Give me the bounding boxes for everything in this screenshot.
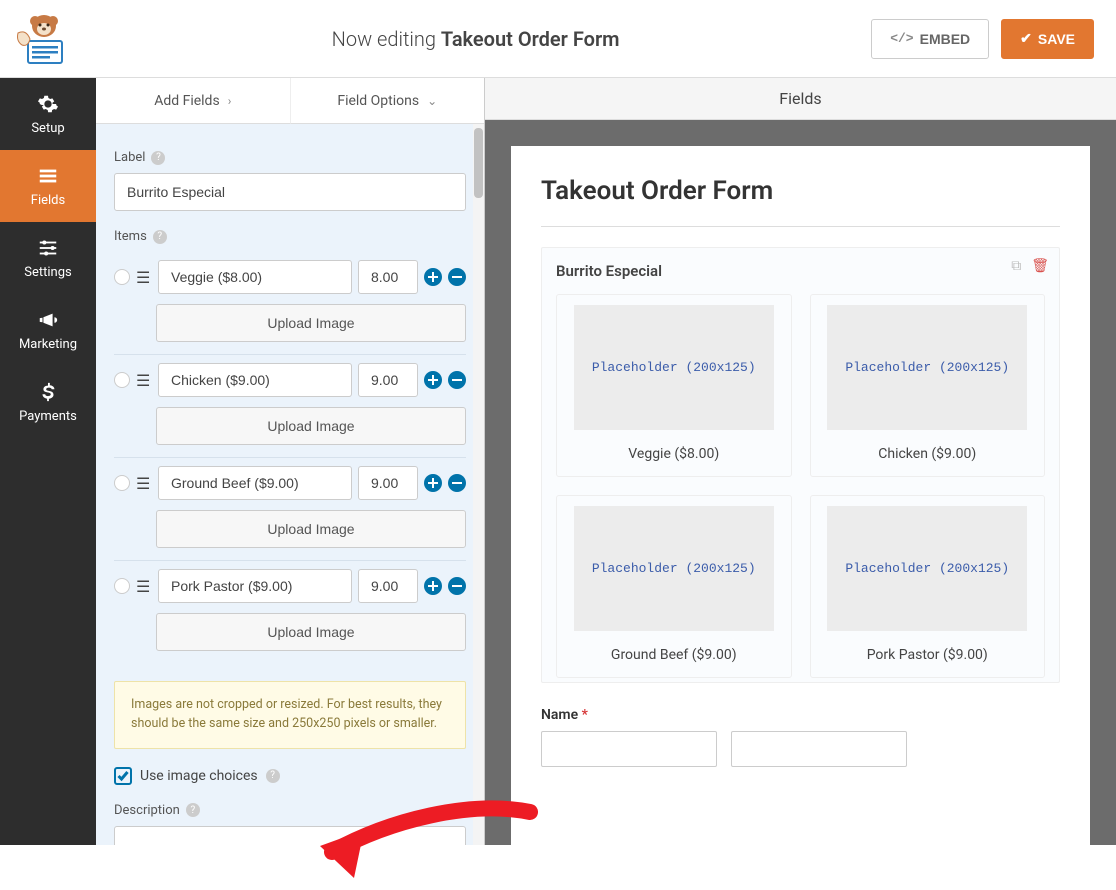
item-name-input[interactable] [158, 260, 352, 294]
upload-image-button[interactable]: Upload Image [156, 613, 466, 651]
item-name-input[interactable] [158, 363, 352, 397]
field-description-input[interactable] [114, 826, 466, 846]
item-default-radio[interactable] [114, 269, 130, 285]
list-icon [37, 165, 59, 187]
item-price-input[interactable] [358, 363, 418, 397]
checkbox-icon [114, 767, 132, 785]
items-section-heading: Items ? [114, 229, 466, 244]
remove-item-button[interactable] [448, 474, 466, 492]
item-default-radio[interactable] [114, 578, 130, 594]
duplicate-field-icon[interactable]: ⧉ [1011, 258, 1021, 274]
field-label-input[interactable] [114, 173, 466, 211]
remove-item-button[interactable] [448, 577, 466, 595]
bullhorn-icon [37, 309, 59, 331]
add-item-button[interactable] [424, 474, 442, 492]
sliders-icon [37, 237, 59, 259]
choice-label: Chicken ($9.00) [819, 446, 1037, 462]
sidebar-item-label: Setup [31, 121, 64, 136]
gear-icon [37, 93, 59, 115]
drag-handle-icon[interactable]: ☰ [136, 268, 152, 287]
sidebar-item-payments[interactable]: Payments [0, 366, 96, 438]
item-name-input[interactable] [158, 569, 352, 603]
description-section-heading: Description ? [114, 803, 466, 818]
use-image-choices-checkbox[interactable]: Use image choices ? [114, 767, 466, 785]
sidebar-item-label: Marketing [19, 337, 77, 352]
item-row: ☰ Upload Image [114, 355, 466, 458]
placeholder-image: Placeholder (200x125) [574, 506, 774, 631]
drag-handle-icon[interactable]: ☰ [136, 474, 152, 493]
sidebar-item-settings[interactable]: Settings [0, 222, 96, 294]
image-choice[interactable]: Placeholder (200x125) Ground Beef ($9.00… [556, 495, 792, 678]
chevron-down-icon: ⌄ [427, 94, 437, 108]
dollar-icon [37, 381, 59, 403]
item-row: ☰ Upload Image [114, 561, 466, 663]
chevron-right-icon: › [228, 94, 232, 108]
item-price-input[interactable] [358, 466, 418, 500]
code-icon: </> [890, 31, 913, 46]
help-icon[interactable]: ? [153, 230, 167, 244]
last-name-input[interactable] [731, 731, 907, 767]
sidebar-item-setup[interactable]: Setup [0, 78, 96, 150]
name-field-label: Name * [541, 707, 588, 723]
save-button[interactable]: ✔ SAVE [1001, 19, 1094, 59]
upload-image-button[interactable]: Upload Image [156, 407, 466, 445]
item-default-radio[interactable] [114, 372, 130, 388]
help-icon[interactable]: ? [151, 151, 165, 165]
sidebar-item-label: Settings [24, 265, 71, 280]
name-field-block[interactable]: Name * [541, 707, 1060, 767]
add-item-button[interactable] [424, 577, 442, 595]
choice-label: Veggie ($8.00) [565, 446, 783, 462]
main-sidebar: Setup Fields Settings Marketing Payments [0, 78, 96, 845]
sidebar-item-label: Fields [31, 193, 65, 208]
first-name-input[interactable] [541, 731, 717, 767]
help-icon[interactable]: ? [266, 769, 280, 783]
image-size-notice: Images are not cropped or resized. For b… [114, 681, 466, 749]
divider [541, 226, 1060, 227]
placeholder-image: Placeholder (200x125) [827, 305, 1027, 430]
check-icon: ✔ [1020, 30, 1032, 47]
add-item-button[interactable] [424, 371, 442, 389]
item-price-input[interactable] [358, 260, 418, 294]
drag-handle-icon[interactable]: ☰ [136, 371, 152, 390]
placeholder-image: Placeholder (200x125) [827, 506, 1027, 631]
help-icon[interactable]: ? [186, 803, 200, 817]
form-title: Takeout Order Form [541, 176, 1060, 206]
delete-field-icon[interactable]: 🗑 [1031, 258, 1049, 274]
placeholder-image: Placeholder (200x125) [574, 305, 774, 430]
wpforms-logo [8, 10, 80, 68]
embed-button[interactable]: </> EMBED [871, 19, 989, 59]
remove-item-button[interactable] [448, 371, 466, 389]
add-item-button[interactable] [424, 268, 442, 286]
choice-label: Ground Beef ($9.00) [565, 647, 783, 663]
item-default-radio[interactable] [114, 475, 130, 491]
item-price-input[interactable] [358, 569, 418, 603]
field-title: Burrito Especial [556, 262, 1045, 280]
image-choice[interactable]: Placeholder (200x125) Veggie ($8.00) [556, 294, 792, 477]
sidebar-item-marketing[interactable]: Marketing [0, 294, 96, 366]
image-choice[interactable]: Placeholder (200x125) Pork Pastor ($9.00… [810, 495, 1046, 678]
payment-field-block[interactable]: ⧉ 🗑 Burrito Especial Placeholder (200x12… [541, 247, 1060, 683]
choice-label: Pork Pastor ($9.00) [819, 647, 1037, 663]
item-row: ☰ Upload Image [114, 252, 466, 355]
now-editing-title: Now editing Takeout Order Form [80, 27, 871, 51]
item-name-input[interactable] [158, 466, 352, 500]
remove-item-button[interactable] [448, 268, 466, 286]
sidebar-item-fields[interactable]: Fields [0, 150, 96, 222]
tab-add-fields[interactable]: Add Fields › [96, 78, 291, 124]
label-section-heading: Label ? [114, 150, 466, 165]
upload-image-button[interactable]: Upload Image [156, 304, 466, 342]
drag-handle-icon[interactable]: ☰ [136, 577, 152, 596]
sidebar-item-label: Payments [19, 409, 77, 424]
tab-field-options[interactable]: Field Options ⌄ [291, 78, 485, 124]
image-choice[interactable]: Placeholder (200x125) Chicken ($9.00) [810, 294, 1046, 477]
upload-image-button[interactable]: Upload Image [156, 510, 466, 548]
canvas-header: Fields [485, 78, 1116, 120]
item-row: ☰ Upload Image [114, 458, 466, 561]
